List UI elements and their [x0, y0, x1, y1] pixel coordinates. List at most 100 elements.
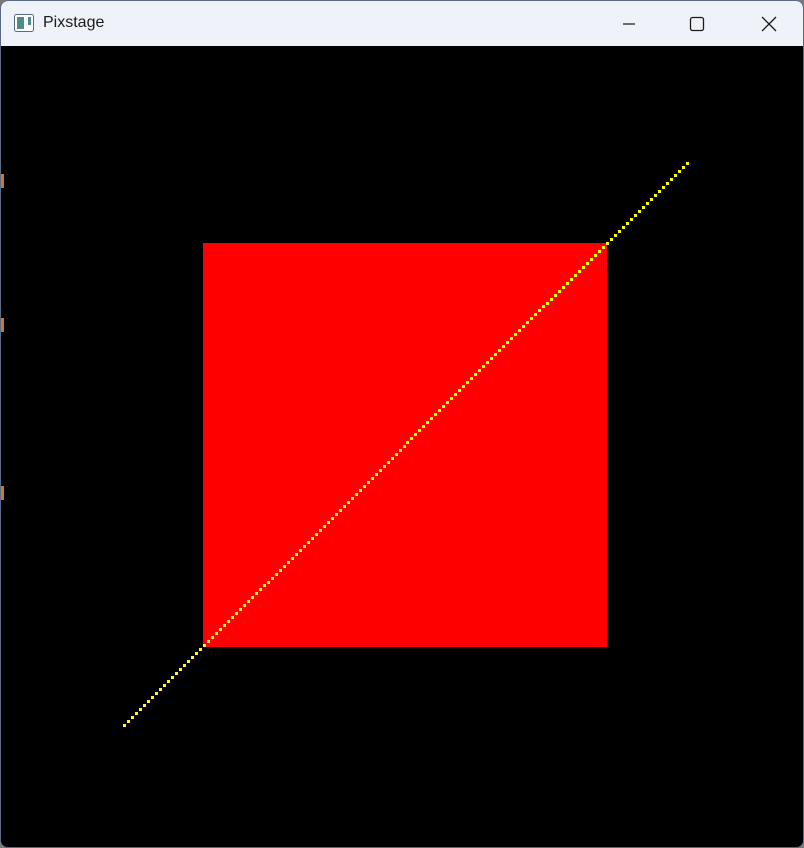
line-pixel	[534, 313, 537, 316]
line-pixel	[187, 660, 190, 663]
line-pixel	[602, 246, 605, 249]
line-pixel	[446, 401, 449, 404]
line-pixel	[678, 170, 681, 173]
pixstage-app-icon	[14, 14, 34, 32]
line-pixel	[259, 588, 262, 591]
line-pixel	[510, 337, 513, 340]
line-pixel	[207, 640, 210, 643]
line-pixel	[183, 664, 186, 667]
window-title: Pixstage	[43, 14, 105, 31]
line-pixel	[303, 545, 306, 548]
line-pixel	[231, 616, 234, 619]
line-pixel	[582, 266, 585, 269]
background-window-edge	[1, 174, 4, 500]
line-pixel	[175, 672, 178, 675]
line-pixel	[434, 413, 437, 416]
line-pixel	[682, 166, 685, 169]
line-pixel	[123, 724, 126, 727]
line-pixel	[379, 469, 382, 472]
line-pixel	[554, 294, 557, 297]
line-pixel	[395, 453, 398, 456]
line-pixel	[530, 317, 533, 320]
line-pixel	[355, 493, 358, 496]
line-pixel	[558, 290, 561, 293]
line-pixel	[414, 433, 417, 436]
line-pixel	[167, 680, 170, 683]
line-pixel	[542, 305, 545, 308]
line-pixel	[311, 537, 314, 540]
line-pixel	[594, 254, 597, 257]
line-pixel	[171, 676, 174, 679]
line-pixel	[239, 608, 242, 611]
line-pixel	[622, 226, 625, 229]
line-pixel	[418, 429, 421, 432]
title-bar[interactable]: Pixstage	[1, 1, 803, 46]
line-pixel	[590, 258, 593, 261]
line-pixel	[606, 242, 609, 245]
line-pixel	[550, 298, 553, 301]
line-pixel	[247, 600, 250, 603]
line-pixel	[327, 521, 330, 524]
line-pixel	[442, 405, 445, 408]
line-pixel	[135, 712, 138, 715]
line-pixel	[359, 489, 362, 492]
line-pixel	[351, 497, 354, 500]
line-pixel	[131, 716, 134, 719]
line-pixel	[383, 465, 386, 468]
line-pixel	[347, 501, 350, 504]
line-pixel	[566, 282, 569, 285]
minimize-button[interactable]	[595, 1, 663, 46]
line-pixel	[235, 612, 238, 615]
line-pixel	[474, 373, 477, 376]
line-pixel	[626, 222, 629, 225]
line-pixel	[570, 278, 573, 281]
line-pixel	[275, 573, 278, 576]
line-pixel	[255, 592, 258, 595]
line-pixel	[538, 309, 541, 312]
line-pixel	[151, 696, 154, 699]
line-pixel	[658, 190, 661, 193]
line-pixel	[638, 210, 641, 213]
line-pixel	[223, 624, 226, 627]
line-pixel	[251, 596, 254, 599]
line-pixel	[271, 577, 274, 580]
line-pixel	[458, 389, 461, 392]
line-pixel	[331, 517, 334, 520]
line-pixel	[586, 262, 589, 265]
app-window: Pixstage	[0, 0, 804, 848]
line-pixel	[335, 513, 338, 516]
maximize-icon	[689, 16, 705, 31]
line-pixel	[371, 477, 374, 480]
line-pixel	[403, 445, 406, 448]
maximize-button[interactable]	[663, 1, 731, 46]
line-pixel	[470, 377, 473, 380]
line-pixel	[662, 186, 665, 189]
line-pixel	[195, 652, 198, 655]
line-pixel	[295, 553, 298, 556]
close-button[interactable]	[735, 1, 803, 46]
line-pixel	[163, 684, 166, 687]
line-pixel	[494, 353, 497, 356]
line-pixel	[610, 238, 613, 241]
line-pixel	[191, 656, 194, 659]
line-pixel	[199, 648, 202, 651]
line-pixel	[267, 581, 270, 584]
line-pixel	[598, 250, 601, 253]
line-pixel	[307, 541, 310, 544]
line-pixel	[155, 692, 158, 695]
line-pixel	[674, 174, 677, 177]
line-pixel	[518, 329, 521, 332]
line-pixel	[291, 557, 294, 560]
line-pixel	[263, 584, 266, 587]
line-pixel	[139, 708, 142, 711]
render-canvas[interactable]	[1, 46, 803, 847]
line-pixel	[287, 561, 290, 564]
line-pixel	[478, 369, 481, 372]
line-pixel	[179, 668, 182, 671]
line-pixel	[450, 397, 453, 400]
line-pixel	[243, 604, 246, 607]
line-pixel	[490, 357, 493, 360]
line-pixel	[315, 533, 318, 536]
line-pixel	[526, 321, 529, 324]
line-pixel	[546, 302, 549, 305]
